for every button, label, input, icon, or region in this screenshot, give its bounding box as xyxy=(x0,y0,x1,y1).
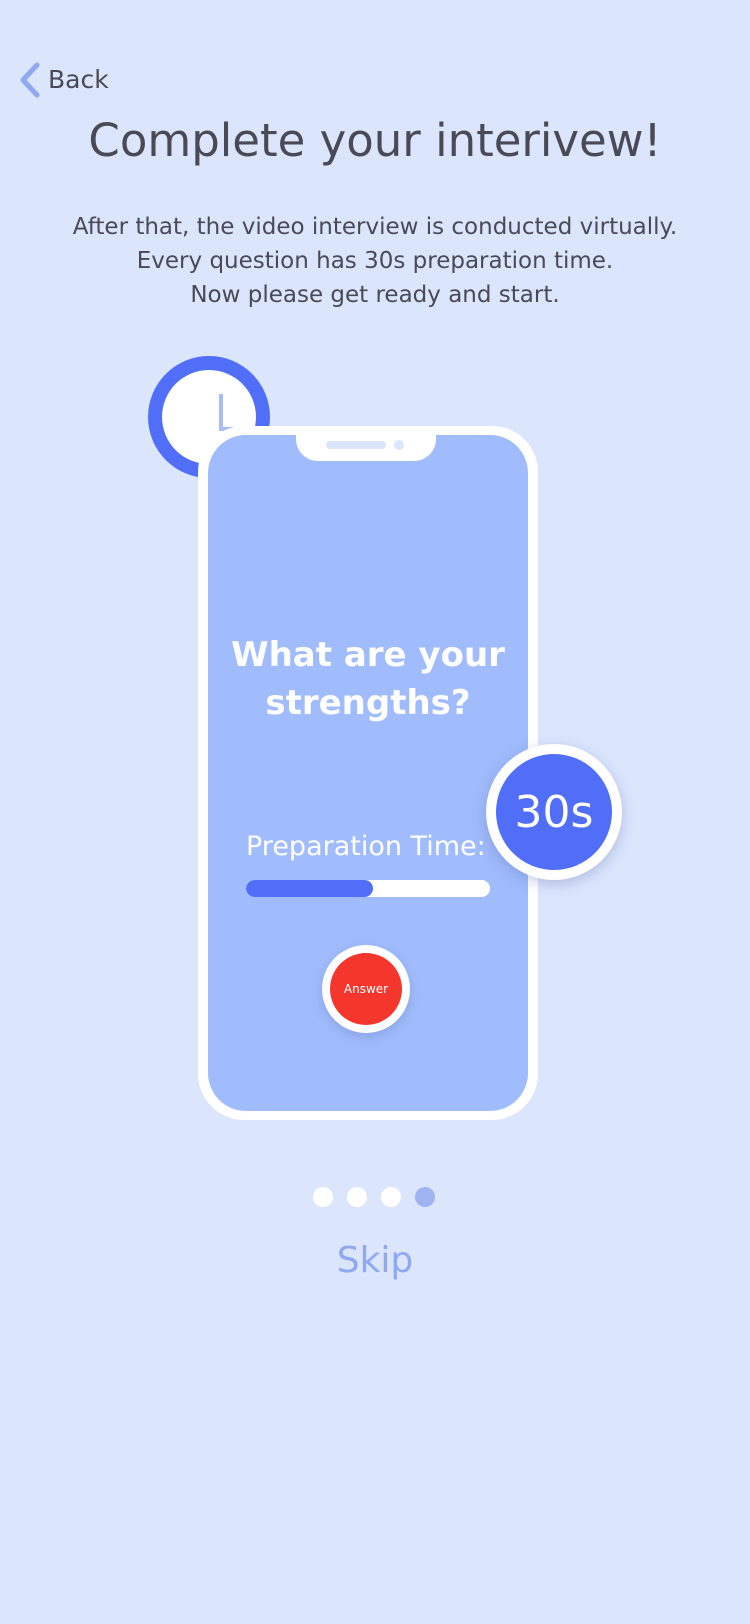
skip-button[interactable]: Skip xyxy=(0,1240,750,1281)
pagination-dot[interactable] xyxy=(313,1187,333,1207)
phone-illustration: What are your strengths? Preparation Tim… xyxy=(198,426,538,1120)
preparation-time-label: Preparation Time: xyxy=(246,831,486,862)
phone-screen: What are your strengths? Preparation Tim… xyxy=(208,435,528,1111)
speaker-icon xyxy=(326,441,386,449)
camera-icon xyxy=(394,440,404,450)
question-line: What are your xyxy=(231,635,505,675)
clock-hour-hand xyxy=(219,394,223,430)
answer-button[interactable]: Answer xyxy=(322,945,410,1033)
question-text: What are your strengths? xyxy=(208,631,528,727)
page-title: Complete your interivew! xyxy=(88,114,662,167)
back-button[interactable]: Back xyxy=(18,62,109,98)
preparation-progress-fill xyxy=(246,880,373,897)
timer-value: 30s xyxy=(496,754,612,870)
question-line: strengths? xyxy=(265,683,471,723)
pagination-dots xyxy=(313,1187,435,1207)
preparation-progress-bar xyxy=(246,880,490,897)
pagination-dot[interactable] xyxy=(347,1187,367,1207)
timer-badge: 30s xyxy=(486,744,622,880)
description: After that, the video interview is condu… xyxy=(30,210,720,312)
chevron-left-icon xyxy=(20,62,40,98)
description-line: After that, the video interview is condu… xyxy=(72,214,678,240)
pagination-dot[interactable] xyxy=(381,1187,401,1207)
back-label: Back xyxy=(48,65,109,94)
description-line: Now please get ready and start. xyxy=(190,282,560,308)
description-line: Every question has 30s preparation time. xyxy=(136,248,614,274)
answer-button-label: Answer xyxy=(330,953,402,1025)
pagination-dot[interactable] xyxy=(415,1187,435,1207)
phone-notch xyxy=(296,435,436,461)
